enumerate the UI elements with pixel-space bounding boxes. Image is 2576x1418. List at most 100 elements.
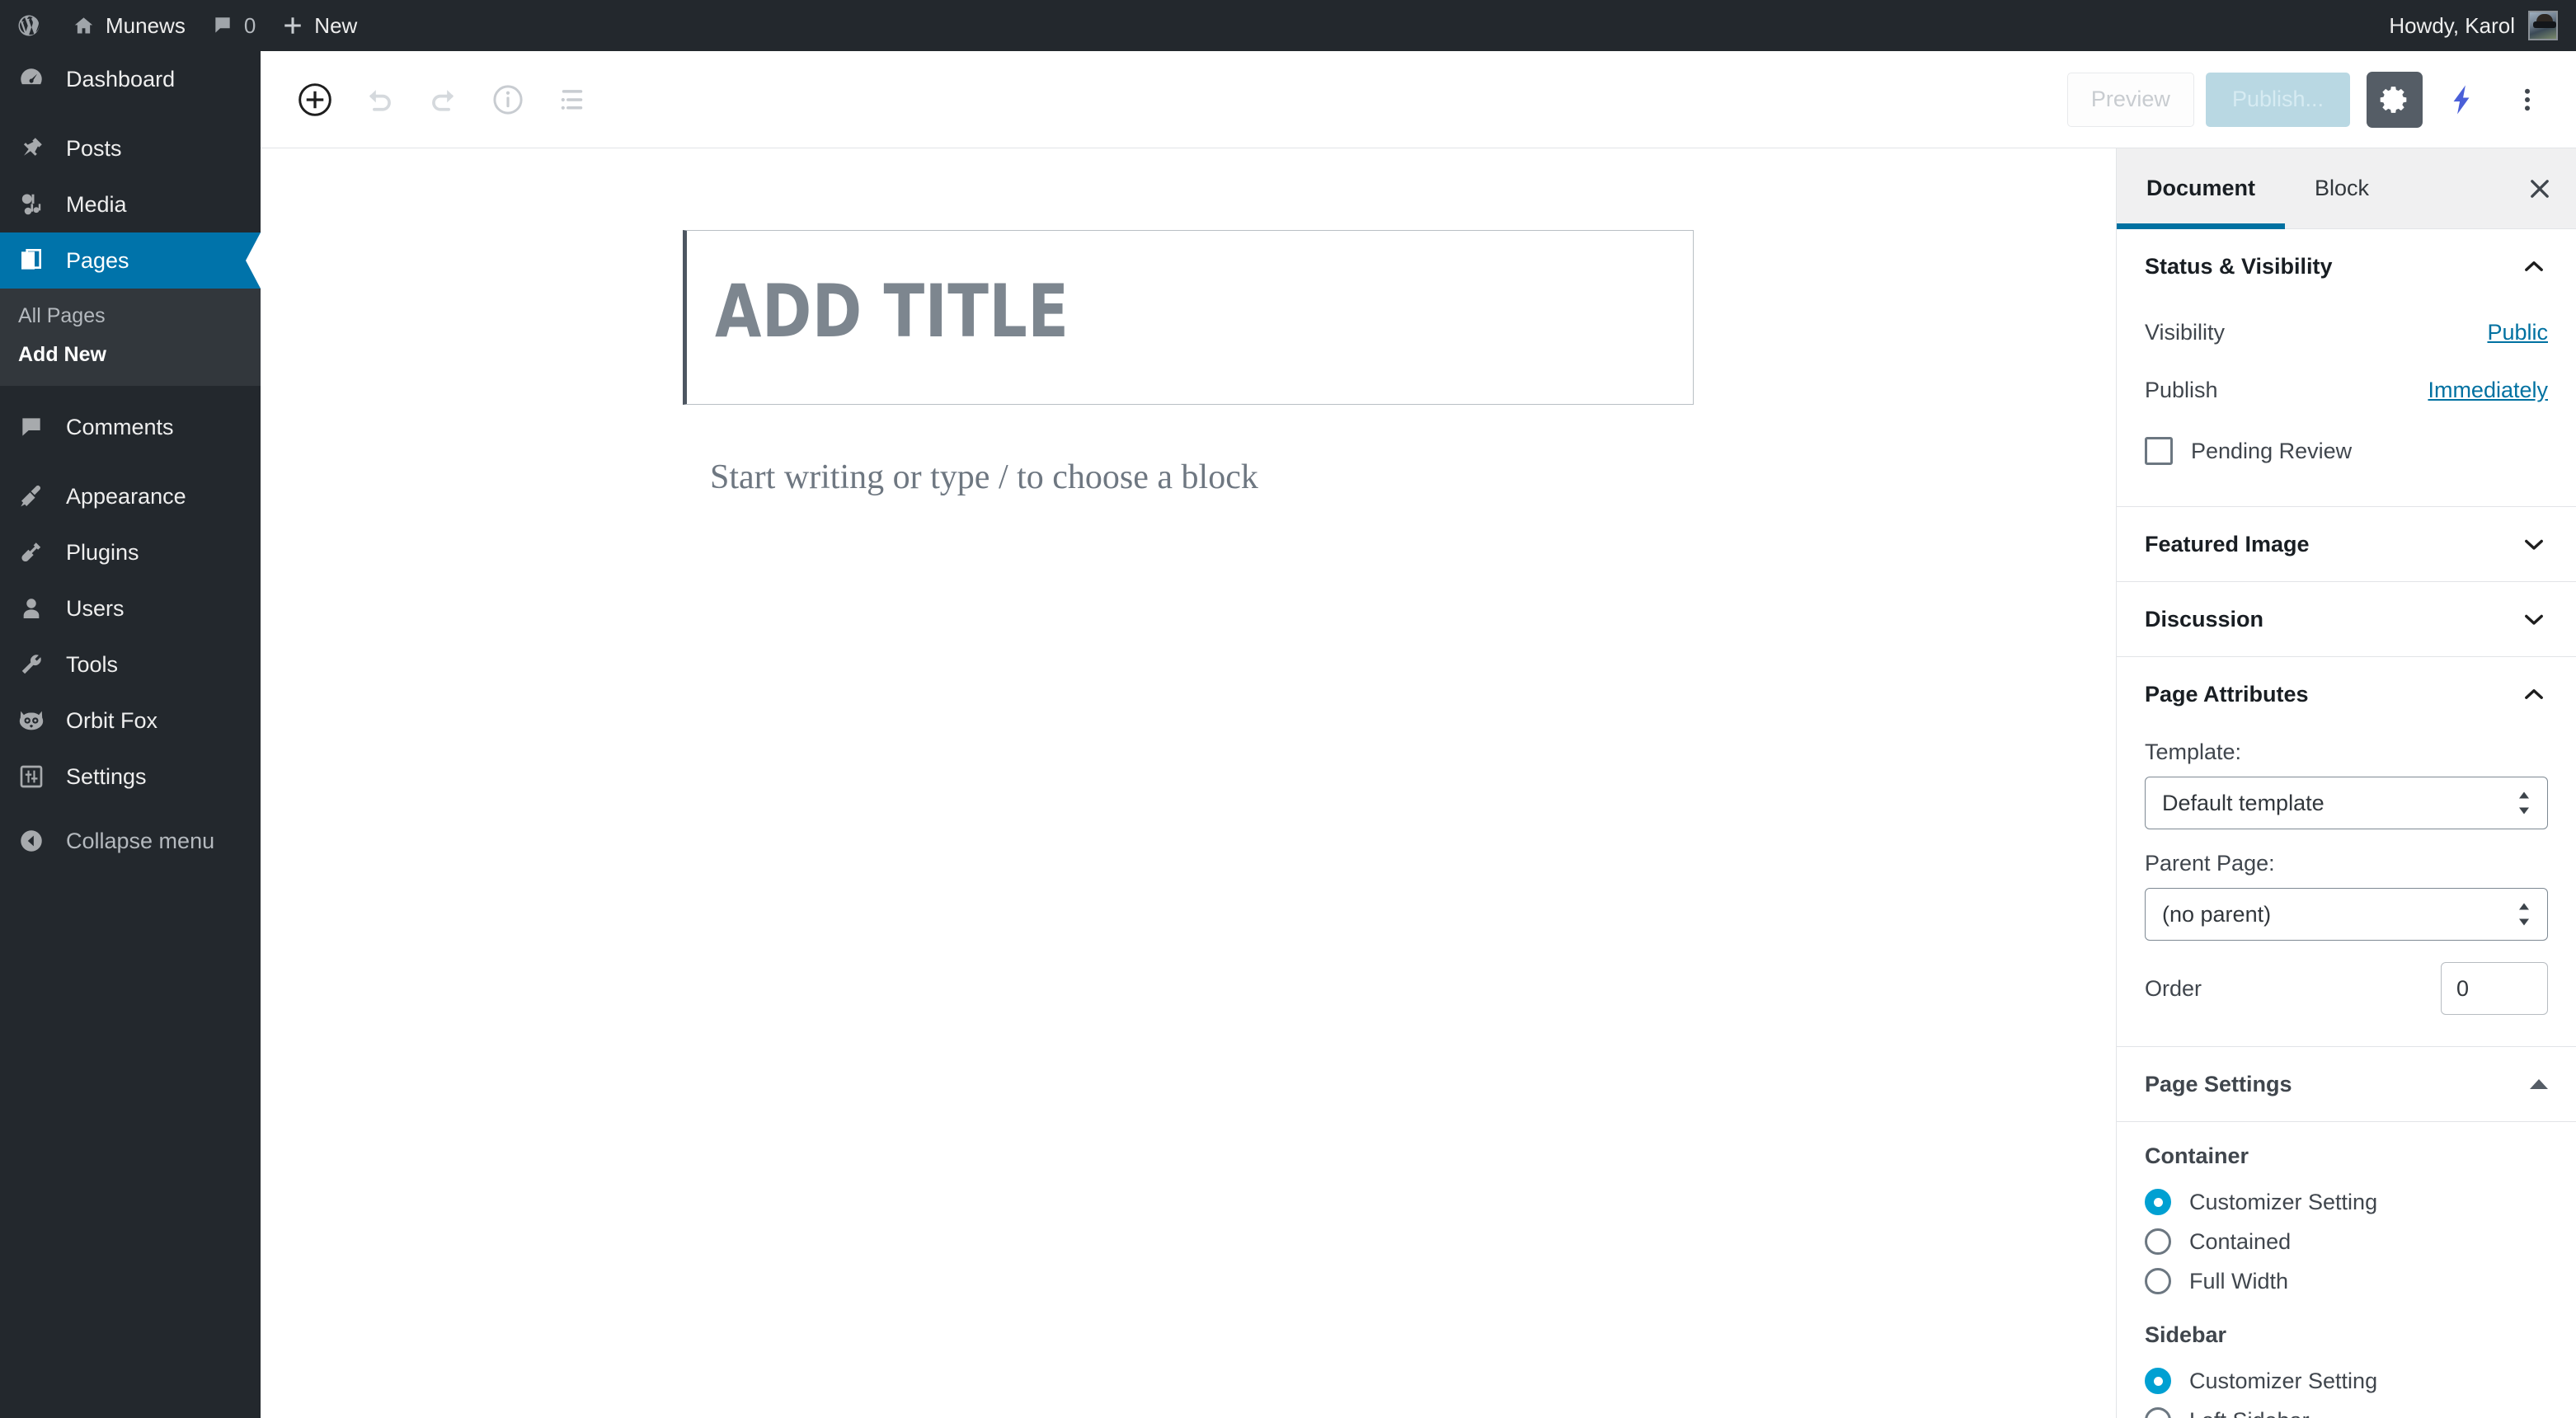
submenu-item-all-pages[interactable]: All Pages xyxy=(0,297,261,336)
close-sidebar-button[interactable] xyxy=(2503,148,2576,228)
list-view-button[interactable] xyxy=(543,70,602,129)
publish-row: Publish Immediately xyxy=(2145,361,2548,419)
sidebar-option-left-sidebar[interactable]: Left Sidebar xyxy=(2145,1401,2548,1418)
pending-review-checkbox[interactable] xyxy=(2145,437,2173,465)
menu-separator xyxy=(0,455,261,468)
publish-label: Publish xyxy=(2145,377,2218,402)
radio-button[interactable] xyxy=(2145,1228,2171,1255)
sidebar-item-tools[interactable]: Tools xyxy=(0,636,261,693)
submenu-item-add-new[interactable]: Add New xyxy=(0,336,261,374)
panel-discussion: Discussion xyxy=(2117,582,2576,657)
redo-button[interactable] xyxy=(414,70,473,129)
undo-button[interactable] xyxy=(350,70,409,129)
visibility-label: Visibility xyxy=(2145,319,2226,345)
home-icon xyxy=(74,16,93,33)
quick-actions-button[interactable] xyxy=(2434,72,2489,128)
sidebar-item-comments[interactable]: Comments xyxy=(0,399,261,455)
tab-document[interactable]: Document xyxy=(2117,148,2286,229)
list-view-icon xyxy=(561,89,583,110)
preview-button[interactable]: Preview xyxy=(2066,72,2194,127)
collapse-menu-button[interactable]: Collapse menu xyxy=(0,813,261,869)
howdy-label[interactable]: Howdy, Karol xyxy=(2389,13,2515,39)
new-content-menu[interactable]: New xyxy=(269,0,370,51)
ellipsis-vertical-icon xyxy=(2525,88,2530,110)
lightning-bolt-icon xyxy=(2453,85,2470,114)
parent-page-select[interactable]: (no parent) xyxy=(2145,888,2548,941)
post-title-block[interactable]: ADD TITLE xyxy=(683,230,1694,405)
editor-toolbar: Preview Publish... xyxy=(261,51,2576,148)
sidebar-item-users[interactable]: Users xyxy=(0,580,261,636)
sidebar-option-customizer[interactable]: Customizer Setting xyxy=(2145,1361,2548,1401)
sidebar-item-label: Pages xyxy=(66,247,129,273)
radio-button[interactable] xyxy=(2145,1407,2171,1418)
sidebar-item-orbit-fox[interactable]: Orbit Fox xyxy=(0,693,261,749)
radio-button[interactable] xyxy=(2145,1189,2171,1215)
admin-sidebar-menu: Dashboard Posts Media Pages All Pages Ad… xyxy=(0,51,261,1418)
panel-page-settings: Page Settings xyxy=(2117,1047,2576,1122)
sidebar-item-posts[interactable]: Posts xyxy=(0,120,261,176)
panel-featured-image-header[interactable]: Featured Image xyxy=(2145,507,2548,581)
sidebar-item-label: Appearance xyxy=(66,483,186,509)
sidebar-item-label: Settings xyxy=(66,763,147,789)
content-info-button[interactable] xyxy=(478,70,538,129)
add-block-button[interactable] xyxy=(285,70,345,129)
order-input[interactable]: 0 xyxy=(2441,962,2548,1015)
panel-status-header[interactable]: Status & Visibility xyxy=(2145,229,2548,303)
editor-canvas: ADD TITLE Start writing or type / to cho… xyxy=(261,148,2116,1418)
admin-bar: Munews 0 New Howdy, Karol xyxy=(0,0,2576,51)
panel-title: Featured Image xyxy=(2145,531,2310,556)
panel-page-attributes-header[interactable]: Page Attributes xyxy=(2145,657,2548,731)
pages-submenu: All Pages Add New xyxy=(0,289,261,386)
post-body-placeholder[interactable]: Start writing or type / to choose a bloc… xyxy=(710,458,1258,497)
plus-icon xyxy=(284,17,302,34)
settings-sidebar: Document Block Status & Visibility Visib… xyxy=(2116,148,2576,1418)
avatar[interactable] xyxy=(2528,11,2558,40)
sidebar-item-label: Posts xyxy=(66,135,122,161)
container-option-contained[interactable]: Contained xyxy=(2145,1222,2548,1261)
publish-button[interactable]: Publish... xyxy=(2205,72,2350,127)
paintbrush-icon xyxy=(15,480,48,513)
sidebar-item-plugins[interactable]: Plugins xyxy=(0,524,261,580)
sidebar-item-media[interactable]: Media xyxy=(0,176,261,232)
tab-block[interactable]: Block xyxy=(2285,148,2399,228)
comments-menu[interactable]: 0 xyxy=(199,0,269,51)
comments-count: 0 xyxy=(243,12,256,38)
radio-button[interactable] xyxy=(2145,1268,2171,1294)
sidebar-group-label: Sidebar xyxy=(2145,1322,2227,1347)
container-option-customizer[interactable]: Customizer Setting xyxy=(2145,1182,2548,1222)
admin-bar-right: Howdy, Karol xyxy=(2389,0,2576,51)
close-x-icon xyxy=(2531,179,2549,198)
sidebar-item-label: Comments xyxy=(66,414,174,439)
sidebar-item-settings[interactable]: Settings xyxy=(0,749,261,805)
sidebar-item-label: Dashboard xyxy=(66,66,176,92)
comment-bubble-icon xyxy=(215,17,230,33)
post-title-placeholder: ADD TITLE xyxy=(715,269,1069,354)
wordpress-logo-icon xyxy=(18,15,40,36)
sidebar-item-dashboard[interactable]: Dashboard xyxy=(0,51,261,107)
site-name-menu[interactable]: Munews xyxy=(59,0,199,51)
template-select[interactable]: Default template xyxy=(2145,777,2548,829)
parent-page-label: Parent Page: xyxy=(2145,851,2275,876)
more-options-button[interactable] xyxy=(2500,72,2555,128)
sidebar-item-appearance[interactable]: Appearance xyxy=(0,468,261,524)
radio-button[interactable] xyxy=(2145,1368,2171,1394)
select-arrows-icon xyxy=(2516,791,2532,815)
container-option-full-width[interactable]: Full Width xyxy=(2145,1261,2548,1301)
panel-page-attributes: Page Attributes Template: Default templa… xyxy=(2117,657,2576,1047)
parent-page-selected-value: (no parent) xyxy=(2162,901,2272,927)
panel-title: Page Attributes xyxy=(2145,681,2309,707)
panel-discussion-header[interactable]: Discussion xyxy=(2145,582,2548,656)
menu-separator xyxy=(0,386,261,399)
sidebar-item-pages[interactable]: Pages xyxy=(0,232,261,289)
panel-page-settings-header[interactable]: Page Settings xyxy=(2145,1047,2548,1121)
order-row: Order 0 xyxy=(2145,962,2548,1015)
publish-value-button[interactable]: Immediately xyxy=(2428,378,2548,403)
page-settings-body: Container Customizer Setting Contained F… xyxy=(2117,1143,2576,1418)
visibility-value-button[interactable]: Public xyxy=(2487,320,2548,345)
pending-review-label: Pending Review xyxy=(2191,438,2353,463)
settings-toggle-button[interactable] xyxy=(2367,71,2423,128)
comment-bubble-icon xyxy=(15,411,48,444)
dashboard-icon xyxy=(15,63,48,96)
pending-review-row[interactable]: Pending Review xyxy=(2145,419,2548,483)
wordpress-logo-button[interactable] xyxy=(0,0,59,51)
